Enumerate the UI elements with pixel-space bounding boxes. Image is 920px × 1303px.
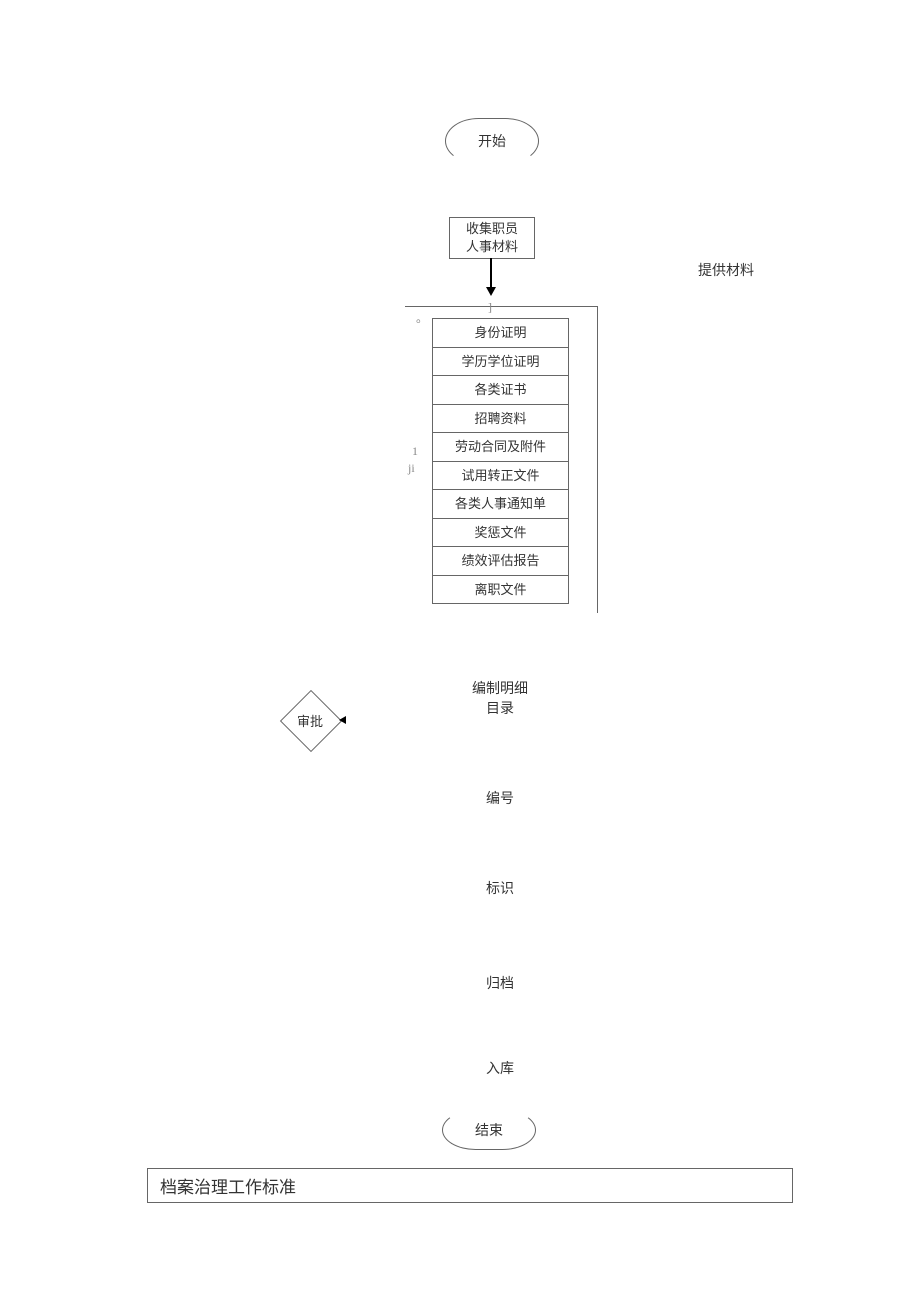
approve-decision: 审批 [280,700,340,740]
step-number: 编号 [472,790,528,810]
list-item: 各类人事通知单 [433,490,568,519]
step-catalog: 编制明细 目录 [460,680,540,719]
mark-one: 1 [412,444,418,459]
list-item: 招聘资料 [433,405,568,434]
list-item: 学历学位证明 [433,348,568,377]
footer-title: 档案治理工作标准 [147,1168,793,1203]
start-terminal: 开始 [445,118,539,164]
step-mark: 标识 [472,880,528,900]
list-item: 离职文件 [433,576,568,604]
list-item: 各类证书 [433,376,568,405]
arrow-into-diamond [339,716,346,724]
step-archive: 归档 [472,975,528,995]
provide-label: 提供材料 [698,260,754,280]
collect-process: 收集职员 人事材料 [449,217,535,259]
list-item: 奖惩文件 [433,519,568,548]
mark-bracket: ] [488,300,492,315]
end-label: 结束 [475,1120,503,1140]
arrow-head-1 [486,287,496,296]
end-terminal: 结束 [442,1110,536,1150]
mark-dot: 。 [416,309,428,326]
catalog-line2: 目录 [460,700,540,720]
collect-line2: 人事材料 [466,238,518,256]
mark-ji: ji [408,461,415,476]
arrow-line-1 [490,258,492,288]
list-item: 身份证明 [433,319,568,348]
approve-label: 审批 [280,700,340,740]
collect-line1: 收集职员 [466,220,518,238]
list-item: 试用转正文件 [433,462,568,491]
list-item: 劳动合同及附件 [433,433,568,462]
start-label: 开始 [478,131,506,151]
material-list: 身份证明 学历学位证明 各类证书 招聘资料 劳动合同及附件 试用转正文件 各类人… [432,318,569,604]
list-item: 绩效评估报告 [433,547,568,576]
catalog-line1: 编制明细 [460,680,540,700]
footer-label: 档案治理工作标准 [160,1178,296,1197]
step-storage: 入库 [472,1060,528,1080]
